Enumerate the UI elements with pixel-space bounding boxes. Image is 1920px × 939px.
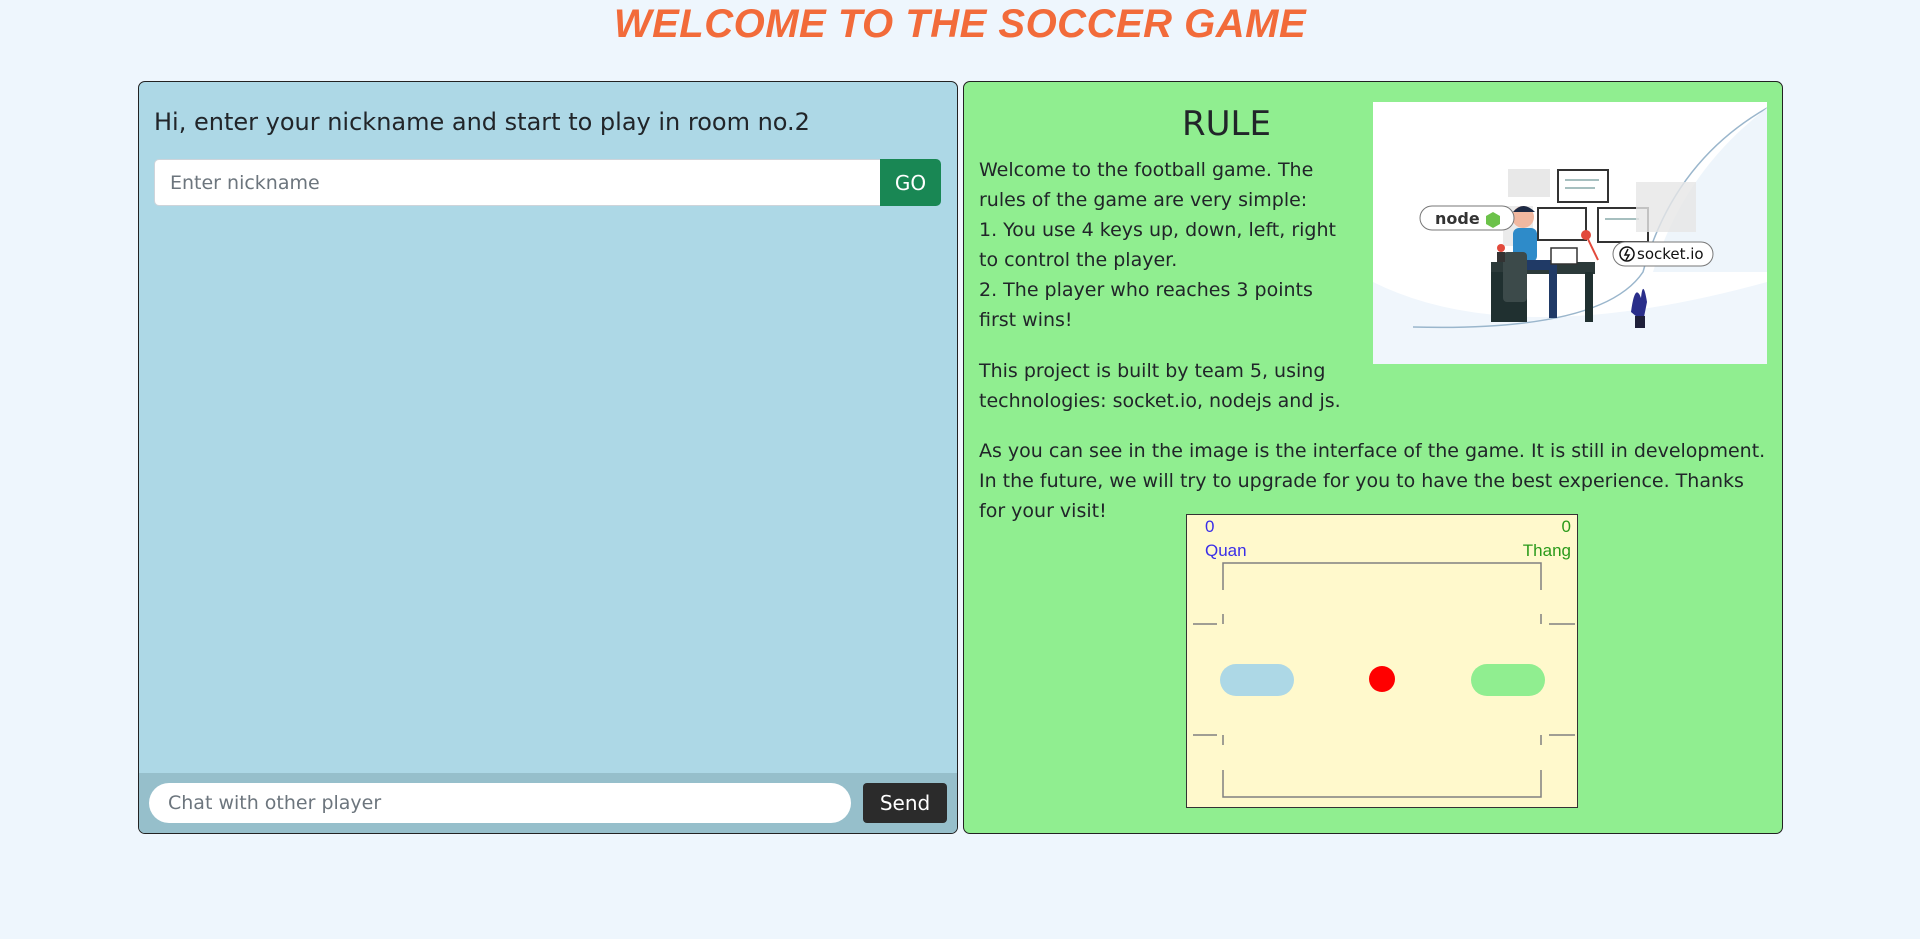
node-logo-text: node <box>1435 209 1480 228</box>
player1-paddle <box>1220 664 1294 696</box>
game-preview: 0 Quan 0 Thang <box>1186 514 1578 808</box>
rules-list: Welcome to the football game. The rules … <box>979 155 1354 335</box>
nickname-form: GO <box>154 159 941 206</box>
field-bottom-line <box>1222 770 1542 798</box>
player2-paddle <box>1471 664 1545 696</box>
rule-item-2: 2. The player who reaches 3 points first… <box>979 279 1313 331</box>
page-title: WELCOME TO THE SOCCER GAME <box>613 2 1307 46</box>
rules-panel: RULE Welcome to the football game. The r… <box>963 81 1783 834</box>
lobby-panel: Hi, enter your nickname and start to pla… <box>138 81 958 834</box>
ball <box>1369 666 1395 692</box>
chat-bar: Send <box>139 773 957 833</box>
field-top-line <box>1222 562 1542 590</box>
developer-illustration: node socket.io <box>1373 102 1767 364</box>
send-button[interactable]: Send <box>863 783 947 823</box>
nickname-input[interactable] <box>154 159 880 206</box>
socketio-logo-text: socket.io <box>1637 245 1704 263</box>
lobby-greeting: Hi, enter your nickname and start to pla… <box>154 108 810 136</box>
rules-intro: Welcome to the football game. The rules … <box>979 159 1314 211</box>
chat-input[interactable] <box>149 783 851 823</box>
rules-title: RULE <box>1182 104 1271 144</box>
rule-item-1: 1. You use 4 keys up, down, left, right … <box>979 219 1336 271</box>
go-button[interactable]: GO <box>880 159 941 206</box>
project-info: This project is built by team 5, using t… <box>979 360 1341 412</box>
interface-info: As you can see in the image is the inter… <box>979 440 1766 522</box>
